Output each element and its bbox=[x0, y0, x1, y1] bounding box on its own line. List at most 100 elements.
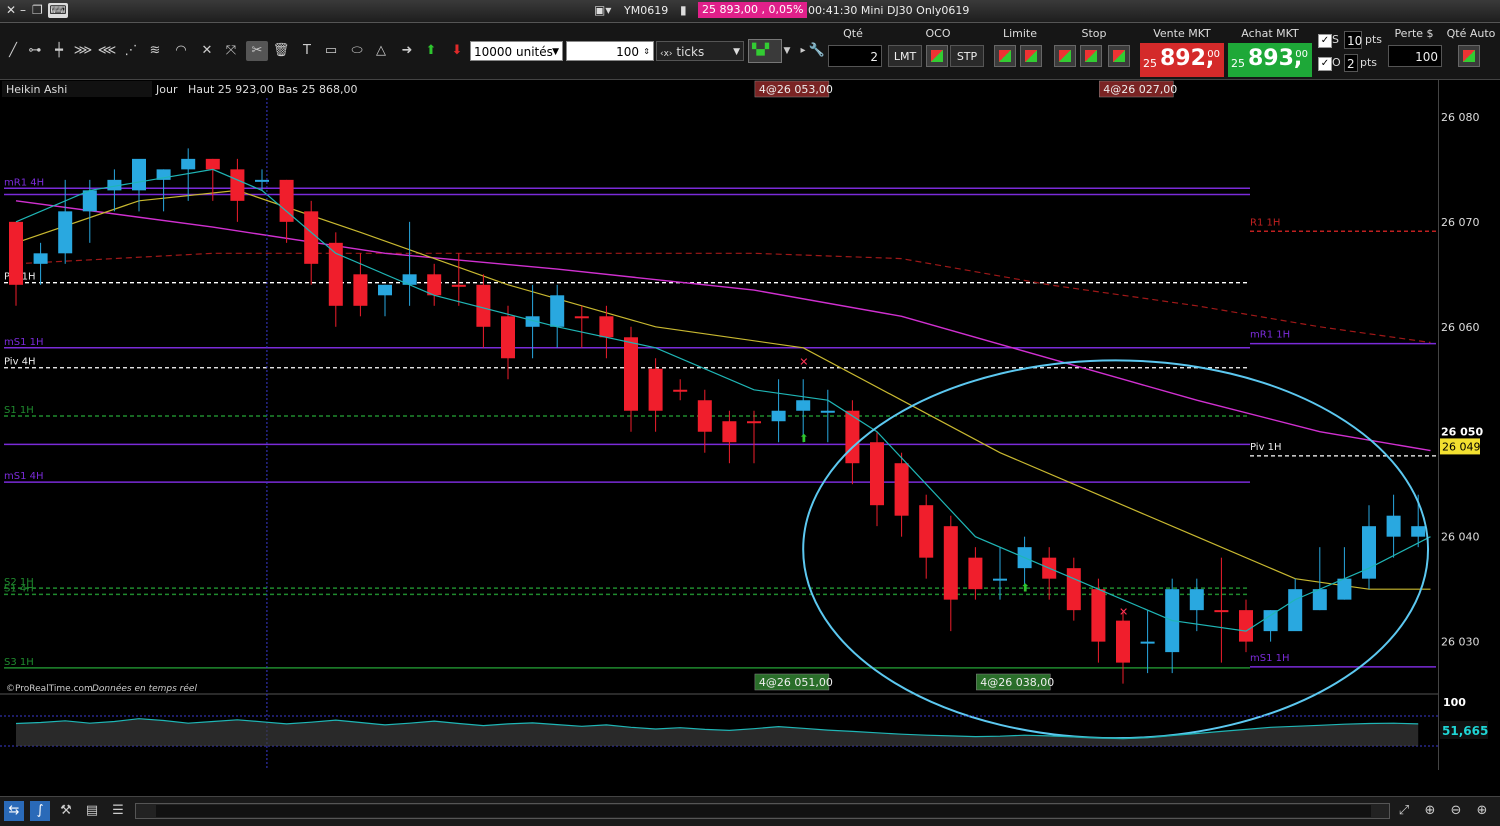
scrollbar-thumb[interactable] bbox=[156, 805, 1371, 817]
candle-body bbox=[378, 284, 392, 296]
minimize-icon[interactable]: – bbox=[20, 3, 26, 18]
close-icon[interactable]: ✕ bbox=[6, 3, 16, 18]
buy-decimals: 00 bbox=[1295, 49, 1308, 60]
text-tool-icon[interactable]: T bbox=[296, 41, 318, 61]
ticks-stepper[interactable]: 100 ⇕ bbox=[566, 41, 654, 61]
sell-mkt-label: Vente MKT bbox=[1153, 27, 1211, 40]
candle-body bbox=[9, 221, 23, 285]
level-label: Piv 4H bbox=[4, 357, 36, 368]
candle-body bbox=[1337, 578, 1352, 600]
share-icon[interactable]: ⇆ bbox=[4, 801, 24, 821]
stop-buy-icon[interactable] bbox=[1054, 45, 1076, 67]
channel-icon[interactable]: ⋙ bbox=[72, 41, 94, 61]
restore-icon[interactable]: ❐ bbox=[32, 3, 43, 18]
tools-icon[interactable]: ⚒ bbox=[56, 801, 76, 821]
qty-field[interactable]: 2 bbox=[828, 45, 882, 67]
line-tool-icon[interactable]: ╱ bbox=[2, 41, 24, 61]
cross-icon[interactable]: ✕ bbox=[196, 41, 218, 61]
scissors-icon[interactable]: ✂ bbox=[246, 41, 268, 61]
limit-buy-icon[interactable] bbox=[994, 45, 1016, 67]
time-scrollbar[interactable] bbox=[135, 803, 1390, 819]
level-label: mS1 1H bbox=[1250, 653, 1290, 664]
ma-mid-line bbox=[15, 189, 1431, 590]
sell-mkt-button[interactable]: 25 892, 00 bbox=[1140, 43, 1224, 77]
arc-icon[interactable]: ◠ bbox=[170, 41, 192, 61]
stp-button[interactable]: STP bbox=[950, 45, 984, 67]
chart-icon: ▚▞ bbox=[752, 43, 769, 56]
indicator-icon[interactable]: ∫ bbox=[30, 801, 50, 821]
camera-icon[interactable]: ▣▾ bbox=[594, 3, 611, 18]
buy-mkt-label: Achat MKT bbox=[1241, 27, 1299, 40]
zoom-in-icon[interactable]: ⊕ bbox=[1472, 801, 1492, 821]
high-label: Haut 25 923,00 bbox=[188, 83, 274, 96]
limit-sell-icon[interactable] bbox=[1020, 45, 1042, 67]
arrow-right-icon[interactable]: ➜ bbox=[396, 41, 418, 61]
level-label: mR1 1H bbox=[1250, 330, 1290, 341]
oco-order-icon[interactable] bbox=[926, 45, 948, 67]
projection-icon[interactable]: ⤧ bbox=[220, 41, 242, 61]
sell-prefix: 25 bbox=[1143, 57, 1157, 70]
fibonacci-icon[interactable]: ≋ bbox=[144, 41, 166, 61]
candle-body bbox=[968, 557, 983, 590]
layers-icon[interactable]: ☰ bbox=[108, 801, 128, 821]
qty-label: Qté bbox=[843, 27, 863, 40]
candle-body bbox=[451, 284, 466, 287]
arrow-down-icon[interactable]: ⬇ bbox=[446, 41, 468, 61]
level-label: S1 1H bbox=[4, 405, 34, 416]
qty-value: 2 bbox=[870, 50, 878, 64]
ellipse-icon[interactable]: ⬭ bbox=[346, 41, 368, 61]
chevron-down-icon: ▼ bbox=[733, 47, 740, 57]
candle-body bbox=[132, 158, 146, 191]
chart-type-button[interactable]: ▚▞ bbox=[748, 39, 782, 63]
candle-body bbox=[58, 211, 73, 254]
save-icon[interactable]: ▤ bbox=[82, 801, 102, 821]
candle-body bbox=[1312, 589, 1327, 611]
ticks-value: 100 bbox=[616, 45, 639, 59]
keyboard-icon[interactable]: ⌨ bbox=[48, 3, 68, 18]
stop-checkbox[interactable]: ✓ bbox=[1318, 34, 1332, 48]
info-icon[interactable]: ▮ bbox=[680, 3, 687, 18]
fork-icon[interactable]: ⋘ bbox=[96, 41, 118, 61]
fit-icon[interactable]: ⤢ bbox=[1394, 801, 1414, 821]
trash-icon[interactable]: 🗑 bbox=[270, 41, 292, 61]
period-label: Jour bbox=[155, 83, 178, 96]
candle-body bbox=[870, 442, 884, 506]
candle-body bbox=[771, 410, 786, 422]
buy-arrow-icon: ⬆ bbox=[799, 432, 808, 445]
ticks-unit-select[interactable]: ‹x› ticks ▼ bbox=[656, 41, 744, 61]
zoom-out-icon[interactable]: ⊖ bbox=[1446, 801, 1466, 821]
low-label: Bas 25 868,00 bbox=[278, 83, 358, 96]
ma-slow-line bbox=[15, 200, 1431, 452]
candle-body bbox=[230, 169, 245, 201]
price-badge: 25 893,00 , 0,05% bbox=[698, 2, 808, 18]
price-axis[interactable]: 26 080 26 070 26 060 26 050 26 040 26 030 26 0… bbox=[1438, 80, 1500, 770]
qty-auto-field[interactable]: 100 bbox=[1388, 45, 1442, 67]
oscillator-value: 51,665 bbox=[1442, 724, 1488, 738]
units-select[interactable]: 10000 unités ▼ bbox=[470, 41, 563, 61]
fan-icon[interactable]: ⋰ bbox=[120, 41, 142, 61]
vertical-line-icon[interactable]: ┿ bbox=[48, 41, 70, 61]
y-tick-label: 26 080 bbox=[1441, 111, 1480, 124]
ma-red-line bbox=[15, 252, 1431, 344]
pts2-value: 2 bbox=[1347, 57, 1355, 71]
stop-cancel-icon[interactable] bbox=[1108, 45, 1130, 67]
horizontal-line-icon[interactable]: ⊶ bbox=[24, 41, 46, 61]
target-checkbox[interactable]: ✓ bbox=[1318, 57, 1332, 71]
candle-body bbox=[1411, 526, 1426, 537]
pts2-field[interactable]: 2 bbox=[1344, 54, 1358, 72]
wrench-icon[interactable]: 🔧 bbox=[806, 41, 828, 61]
triangle-icon[interactable]: △ bbox=[370, 41, 392, 61]
candle-body bbox=[501, 316, 515, 359]
rectangle-icon[interactable]: ▭ bbox=[320, 41, 342, 61]
indicator-name: Heikin Ashi bbox=[6, 83, 67, 96]
chevron-down-icon[interactable]: ▼ bbox=[782, 41, 792, 61]
arrow-up-icon[interactable]: ⬆ bbox=[420, 41, 442, 61]
zoom-area-icon[interactable]: ⊕ bbox=[1420, 801, 1440, 821]
auto-order-icon[interactable] bbox=[1458, 45, 1480, 67]
price-chart[interactable]: mR1 4HPiv 1HmS1 1HPiv 4HS1 1HmS1 4HS2 1H… bbox=[0, 80, 1438, 770]
pts1-field[interactable]: 10 bbox=[1344, 31, 1362, 49]
stop-sell-icon[interactable] bbox=[1080, 45, 1102, 67]
lmt-button[interactable]: LMT bbox=[888, 45, 922, 67]
buy-mkt-button[interactable]: 25 893, 00 bbox=[1228, 43, 1312, 77]
level-label: mS1 1H bbox=[4, 337, 44, 348]
